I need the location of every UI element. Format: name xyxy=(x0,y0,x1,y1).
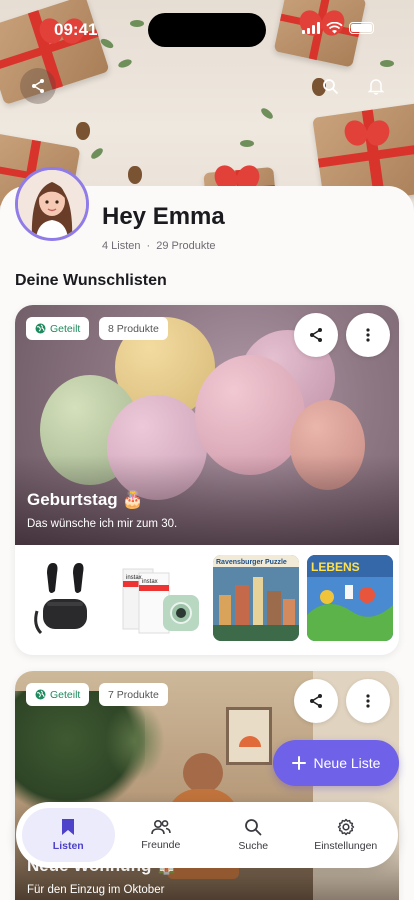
lists-count: 4 Listen xyxy=(102,240,141,252)
search-icon xyxy=(322,78,338,94)
leaf-decoration xyxy=(240,140,254,147)
earbuds-image xyxy=(34,563,87,635)
bell-icon xyxy=(368,78,384,95)
leaf-decoration xyxy=(89,146,105,161)
wishlist-title: Geburtstag 🎂 xyxy=(27,490,144,509)
section-title: Deine Wunschlisten xyxy=(15,272,167,289)
instax-camera-image: instax instax xyxy=(122,568,199,634)
status-icons xyxy=(302,22,374,34)
list-options-button[interactable] xyxy=(346,313,390,357)
shared-label: Geteilt xyxy=(50,322,81,335)
signal-icon xyxy=(302,22,320,34)
more-vertical-icon xyxy=(366,328,370,342)
game-label: LEBENS xyxy=(311,560,360,574)
products-count: 29 Produkte xyxy=(156,240,216,252)
profile-stats: 4 Listen · 29 Produkte xyxy=(102,240,216,252)
search-button[interactable] xyxy=(312,68,348,104)
nav-label: Einstellungen xyxy=(314,840,378,852)
share-list-button[interactable] xyxy=(294,313,338,357)
board-game-image: LEBENS xyxy=(307,555,393,641)
status-bar: 09:41 xyxy=(0,0,414,60)
plus-icon xyxy=(291,756,306,770)
person-head xyxy=(183,753,223,793)
pinecone-decoration xyxy=(76,122,90,140)
search-icon xyxy=(245,819,262,836)
list-options-button[interactable] xyxy=(346,679,390,723)
wishlist-description: Für den Einzug im Oktober xyxy=(27,884,165,896)
dynamic-island xyxy=(148,13,266,47)
hanging-plant xyxy=(105,701,165,781)
leaf-decoration xyxy=(259,106,275,121)
share-icon xyxy=(310,328,322,342)
globe-icon xyxy=(35,323,46,334)
gear-icon xyxy=(337,818,354,836)
product-thumbnail[interactable] xyxy=(25,555,111,641)
avatar[interactable] xyxy=(15,167,89,241)
nav-item-listen[interactable]: Listen xyxy=(22,808,115,862)
nav-label: Listen xyxy=(52,840,84,852)
puzzle-box-image: Ravensburger Puzzle xyxy=(213,555,299,641)
share-profile-button[interactable] xyxy=(20,68,56,104)
nav-label: Freunde xyxy=(141,839,181,851)
shared-badge: Geteilt xyxy=(26,317,90,340)
wifi-icon xyxy=(326,22,343,34)
separator-dot: · xyxy=(146,240,151,252)
instax-label: instax xyxy=(142,579,158,585)
product-thumbnail[interactable]: instax instax xyxy=(119,555,205,641)
wall-art xyxy=(226,707,272,765)
product-thumbnails: instax instax Ravensburger Puzzle LEBENS xyxy=(15,545,399,655)
share-list-button[interactable] xyxy=(294,679,338,723)
share-icon xyxy=(32,79,44,93)
notifications-button[interactable] xyxy=(358,68,394,104)
new-list-button[interactable]: Neue Liste xyxy=(273,740,399,786)
people-icon xyxy=(150,819,171,835)
nav-item-einstellungen[interactable]: Einstellungen xyxy=(300,808,393,862)
battery-icon xyxy=(349,22,374,34)
more-vertical-icon xyxy=(366,694,370,708)
bookmark-icon xyxy=(62,819,75,835)
avatar-illustration xyxy=(18,170,86,238)
nav-label: Suche xyxy=(238,840,269,852)
shared-label: Geteilt xyxy=(50,688,81,701)
new-list-label: Neue Liste xyxy=(313,755,381,771)
wishlist-card[interactable]: Geteilt 8 Produkte Geburtstag 🎂 Das wüns… xyxy=(15,305,399,655)
bow-decoration xyxy=(345,120,389,146)
shared-badge: Geteilt xyxy=(26,683,90,706)
bottom-navigation: Listen Freunde Suche Einstellungen xyxy=(16,802,398,868)
product-thumbnail[interactable]: Ravensburger Puzzle xyxy=(213,555,299,641)
profile-name: Hey Emma xyxy=(102,203,225,230)
puzzle-label: Ravensburger Puzzle xyxy=(216,559,287,566)
instax-label: instax xyxy=(126,575,142,581)
status-time: 09:41 xyxy=(54,20,98,39)
product-count-badge: 8 Produkte xyxy=(99,317,168,340)
product-thumbnail[interactable]: LEBENS xyxy=(307,555,393,641)
globe-icon xyxy=(35,689,46,700)
nav-item-suche[interactable]: Suche xyxy=(207,808,300,862)
leaf-decoration xyxy=(380,60,394,67)
nav-item-freunde[interactable]: Freunde xyxy=(115,808,208,862)
pinecone-decoration xyxy=(128,166,142,184)
product-count-badge: 7 Produkte xyxy=(99,683,168,706)
wishlist-description: Das wünsche ich mir zum 30. xyxy=(27,518,178,530)
share-icon xyxy=(310,694,322,708)
